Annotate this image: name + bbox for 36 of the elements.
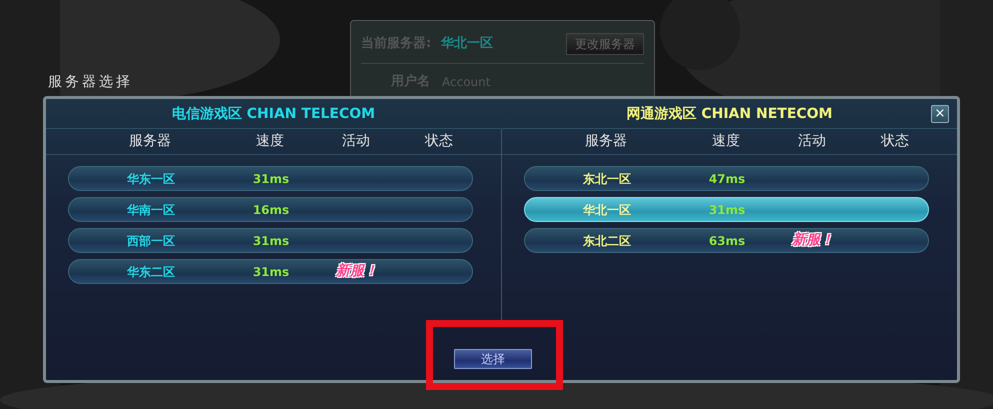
server-row[interactable]: 华东二区 31ms 新服！ xyxy=(68,259,473,284)
server-name: 华东二区 xyxy=(126,264,176,280)
server-speed: 31ms xyxy=(252,232,290,250)
zone-title: 网通游戏区 CHIAN NETECOM xyxy=(626,106,832,122)
server-row[interactable]: 东北一区 47ms xyxy=(524,166,929,191)
dialog-heading: 服务器选择 xyxy=(48,73,133,92)
column-header: 状态 xyxy=(424,132,454,151)
server-name: 华南一区 xyxy=(126,202,176,218)
server-row[interactable]: 东北二区 63ms 新服！ xyxy=(524,228,929,253)
server-name: 东北二区 xyxy=(582,232,632,250)
new-server-tag: 新服！ xyxy=(765,230,861,251)
current-server: 华北一区 xyxy=(441,35,494,54)
server-row[interactable]: 西部一区 31ms xyxy=(68,228,473,253)
server-speed: 31ms xyxy=(252,170,290,188)
zone-title: 电信游戏区 CHIAN TELECOM xyxy=(172,106,376,122)
server-speed: 31ms xyxy=(252,264,290,280)
column-header: 状态 xyxy=(880,132,910,151)
column-header: 活动 xyxy=(341,132,371,151)
server-name: 华北一区 xyxy=(582,202,632,218)
column-header: 服务器 xyxy=(128,132,172,151)
close-button[interactable]: × xyxy=(931,105,949,123)
server-name: 东北一区 xyxy=(582,170,632,188)
column-header: 速度 xyxy=(255,132,285,151)
column-header: 活动 xyxy=(797,132,827,151)
server-speed: 63ms xyxy=(708,232,746,250)
select-button[interactable]: 选择 xyxy=(454,349,532,369)
server-speed: 16ms xyxy=(252,202,290,218)
column-header: 速度 xyxy=(711,132,741,151)
server-speed: 31ms xyxy=(708,202,746,218)
server-speed: 47ms xyxy=(708,170,746,188)
server-name: 华东一区 xyxy=(126,170,176,188)
server-row[interactable]: 华南一区 16ms xyxy=(68,197,473,222)
server-name: 西部一区 xyxy=(126,232,176,250)
server-row[interactable]: 华东一区 31ms xyxy=(68,166,473,191)
column-header: 服务器 xyxy=(584,132,628,151)
new-server-tag: 新服！ xyxy=(309,261,405,282)
